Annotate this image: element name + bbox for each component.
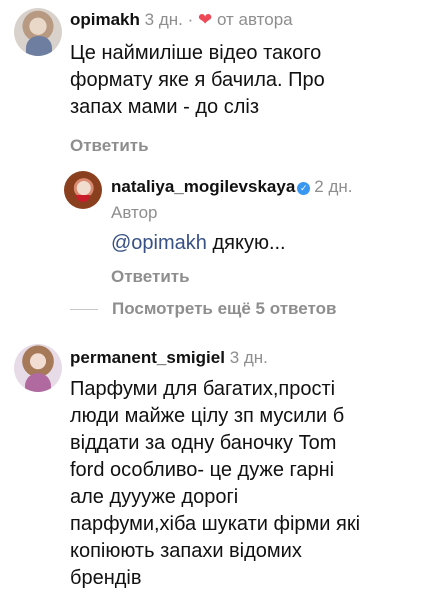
timestamp: 2 дн. <box>314 177 353 196</box>
avatar[interactable] <box>64 171 102 209</box>
comment-text-line: копіюють запахи відомих <box>70 540 302 562</box>
avatar[interactable] <box>14 344 62 392</box>
reply-button[interactable]: Ответить <box>70 135 149 157</box>
comment-text: Це наймиліше відео такого формату яке я … <box>70 40 430 121</box>
comment-text-line: але дуууже дорогі <box>70 486 239 508</box>
timestamp: 3 дн. <box>144 10 183 29</box>
timestamp: 3 дн. <box>229 348 268 367</box>
comment-text-line: віддати за одну баночку Tom <box>70 432 337 454</box>
username[interactable]: nataliya_mogilevskaya <box>111 177 295 196</box>
comment-text-line: Парфуми для багатих,прості <box>70 378 336 400</box>
comment-text-line: брендів <box>70 567 142 589</box>
author-role-label: Автор <box>111 203 158 222</box>
comment-text-line: Це наймиліше відео такого <box>70 42 322 64</box>
avatar[interactable] <box>14 8 62 56</box>
heart-icon: ❤ <box>197 10 213 29</box>
author-label: Автор <box>111 202 158 224</box>
username[interactable]: permanent_smigiel <box>70 348 225 367</box>
view-more-replies-button[interactable]: Посмотреть ещё 5 ответов <box>112 298 336 320</box>
verified-badge-icon: ✓ <box>297 182 311 195</box>
comment-text-line: ford особливо- це дуже гарні <box>70 459 335 481</box>
comment-header: opimakh 3 дн. · ❤ от автора <box>70 9 293 31</box>
reply-text: @opimakh дякую... <box>111 230 286 257</box>
comment-text-line: формату яке я бачила. Про <box>70 69 325 91</box>
mention-link[interactable]: @opimakh <box>111 232 207 254</box>
username[interactable]: opimakh <box>70 10 140 29</box>
view-more-divider <box>70 309 98 310</box>
reply-button[interactable]: Ответить <box>111 266 190 288</box>
comment-text-line: парфуми,хіба шукати фірми які <box>70 513 361 535</box>
reply-text-content: дякую... <box>206 232 286 254</box>
comment-text: Парфуми для багатих,прості люди майже ці… <box>70 376 435 592</box>
reply-header: nataliya_mogilevskaya ✓ 2 дн. <box>111 176 353 198</box>
separator-dot: · <box>182 10 198 29</box>
liked-by-author-label: от автора <box>216 10 293 29</box>
comment-header: permanent_smigiel 3 дн. <box>70 347 268 369</box>
comment-text-line: люди майже цілу зп мусили б <box>70 405 345 427</box>
comment-text-line: запах мами - до сліз <box>70 96 260 118</box>
